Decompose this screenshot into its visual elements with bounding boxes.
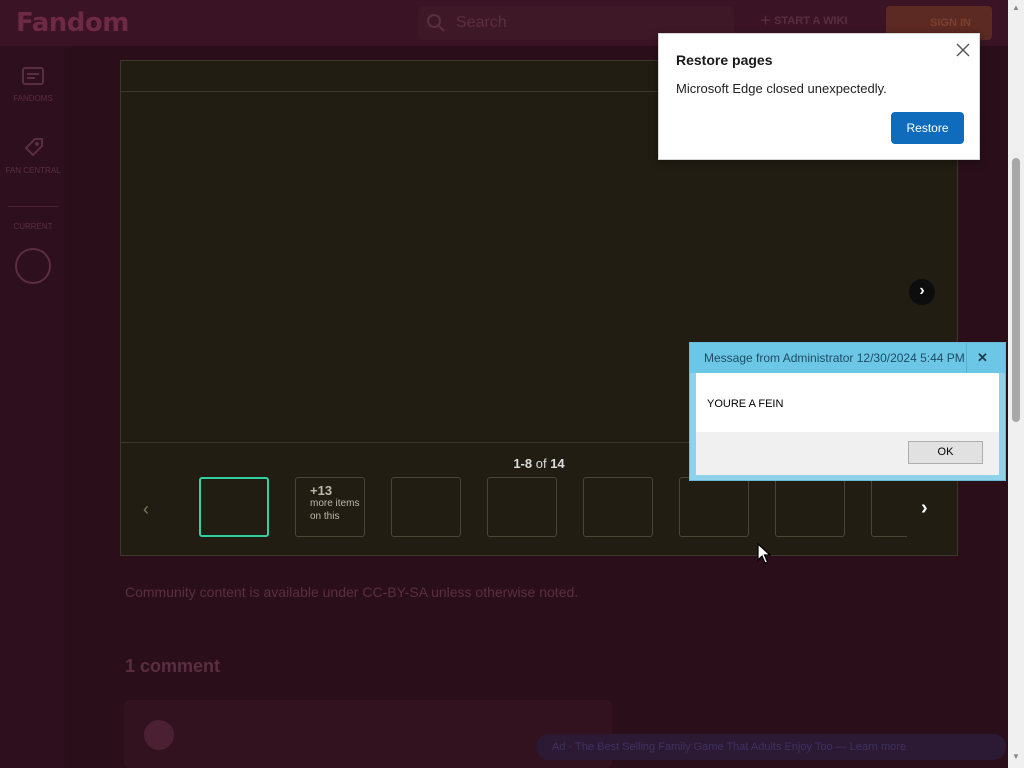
avatar bbox=[144, 720, 174, 750]
page-scrollbar[interactable]: ▲ ▼ bbox=[1008, 0, 1024, 768]
counter-total: 14 bbox=[550, 456, 565, 471]
admin-message-dialog: Message from Administrator 12/30/2024 5:… bbox=[689, 342, 1006, 481]
dialog-footer: OK bbox=[696, 432, 999, 475]
dialog-title: Message from Administrator 12/30/2024 5:… bbox=[704, 351, 965, 365]
ad-banner[interactable]: Ad · The Best Selling Family Game That A… bbox=[536, 734, 1006, 760]
thumbnail-more-items[interactable]: +13 more items on this bbox=[295, 477, 365, 537]
dialog-message: YOURE A FEIN bbox=[707, 398, 784, 410]
plus-icon: ＋ bbox=[760, 15, 775, 27]
thumbnails-prev-button[interactable]: ‹ bbox=[143, 499, 149, 520]
dialog-body: YOURE A FEIN bbox=[696, 373, 999, 432]
more-label: more items on this bbox=[310, 498, 360, 522]
counter-of: of bbox=[535, 456, 547, 471]
thumbnails-row: +13 more items on this bbox=[199, 477, 907, 537]
thumbnail-6[interactable] bbox=[679, 477, 749, 537]
thumbnails-next-button[interactable]: › bbox=[921, 497, 928, 520]
fandom-logo[interactable]: Fandom bbox=[16, 8, 129, 38]
thumbnail-3[interactable] bbox=[391, 477, 461, 537]
sidebar-item-fandoms[interactable]: FANDOMS bbox=[0, 66, 66, 103]
counter-range: 1-8 bbox=[513, 456, 533, 471]
ok-button[interactable]: OK bbox=[908, 441, 983, 464]
more-count: +13 bbox=[310, 483, 333, 498]
chevron-right-icon: › bbox=[919, 282, 925, 299]
search-icon bbox=[427, 14, 445, 32]
thumbnail-7[interactable] bbox=[775, 477, 845, 537]
license-text: Community content is available under CC-… bbox=[125, 584, 579, 600]
restore-button[interactable]: Restore bbox=[891, 112, 964, 144]
sidebar-item-label: FAN CENTRAL bbox=[5, 166, 61, 175]
thumbnail-5[interactable] bbox=[583, 477, 653, 537]
chevron-right-icon: › bbox=[921, 497, 928, 519]
sidebar-section-label: CURRENT bbox=[13, 222, 53, 231]
fandoms-icon bbox=[22, 67, 44, 85]
comments-heading: 1 comment bbox=[125, 656, 221, 676]
fandom-sidebar: FANDOMS FAN CENTRAL CURRENT bbox=[0, 46, 66, 768]
sidebar-divider bbox=[8, 206, 58, 207]
next-image-button[interactable]: › bbox=[909, 279, 935, 305]
chevron-left-icon: ‹ bbox=[143, 499, 149, 519]
thumbnail-8[interactable] bbox=[871, 477, 907, 537]
scroll-down-icon[interactable]: ▼ bbox=[1011, 752, 1021, 762]
dialog-close-button[interactable]: ✕ bbox=[966, 343, 998, 373]
start-wiki-link[interactable]: ＋ START A WIKI bbox=[760, 12, 848, 28]
close-icon: ✕ bbox=[977, 350, 988, 365]
restore-message: Microsoft Edge closed unexpectedly. bbox=[676, 81, 887, 96]
dialog-titlebar[interactable]: Message from Administrator 12/30/2024 5:… bbox=[690, 343, 1005, 373]
restore-title: Restore pages bbox=[676, 52, 773, 68]
mouse-cursor-icon bbox=[757, 543, 771, 564]
rocket-icon bbox=[24, 138, 43, 157]
sidebar-item-fan-central[interactable]: FAN CENTRAL bbox=[0, 136, 66, 175]
thumbnail-1[interactable] bbox=[199, 477, 269, 537]
restore-pages-popup: Restore pages Microsoft Edge closed unex… bbox=[658, 33, 980, 160]
search-placeholder: Search bbox=[456, 14, 507, 31]
scroll-up-icon[interactable]: ▲ bbox=[1011, 3, 1021, 13]
start-wiki-label: START A WIKI bbox=[774, 15, 848, 27]
sidebar-item-label: FANDOMS bbox=[13, 94, 53, 103]
comment-card bbox=[124, 700, 612, 768]
close-icon[interactable] bbox=[953, 40, 973, 60]
wiki-avatar[interactable] bbox=[15, 248, 51, 284]
thumbnail-4[interactable] bbox=[487, 477, 557, 537]
scrollbar-thumb[interactable] bbox=[1012, 158, 1020, 422]
